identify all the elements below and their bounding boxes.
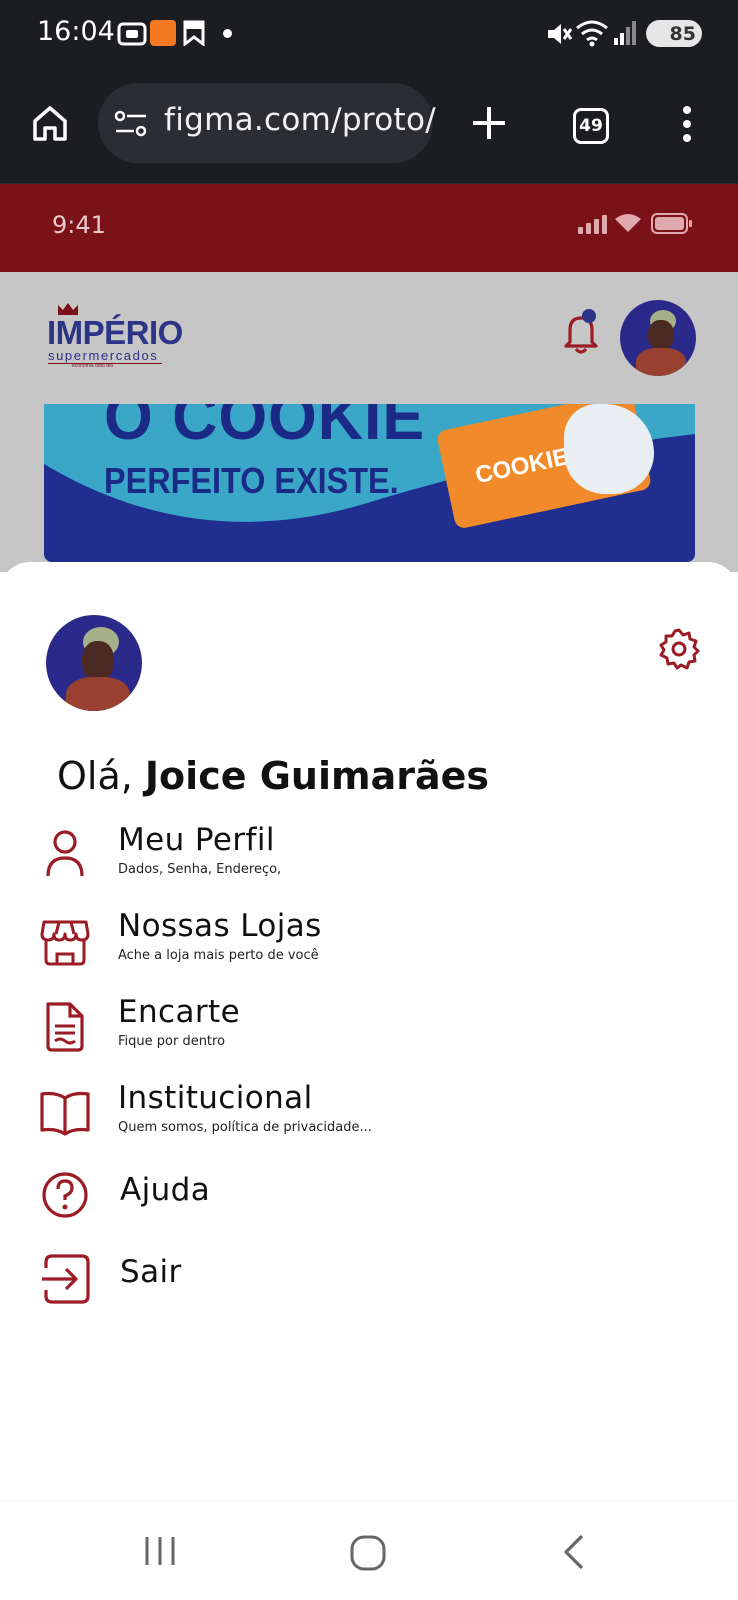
prototype-battery-icon [651,213,692,234]
menu-item-flyer[interactable]: Encarte Fique por dentro [0,994,738,1064]
banner-subheadline: PERFEITO EXISTE. [104,460,399,501]
temu-app-icon [150,20,176,46]
notification-app-icon [183,20,205,46]
menu-title: Encarte [118,994,241,1030]
settings-gear-icon[interactable] [657,627,701,671]
home-icon[interactable] [31,104,69,142]
store-icon [40,920,90,966]
prototype-signal-icon [578,215,607,234]
book-icon [40,1091,90,1136]
system-navigation-bar [0,1500,738,1600]
menu-title: Sair [120,1254,182,1290]
logout-icon [42,1254,90,1304]
help-icon [42,1172,88,1218]
more-notifications-dot [223,29,232,38]
menu-title: Nossas Lojas [118,908,322,944]
url-text: figma.com/proto/ [164,102,436,138]
screenshot-icon [117,22,147,46]
document-icon [46,1002,84,1052]
recent-apps-icon[interactable] [143,1535,177,1567]
profile-menu-sheet: Olá, Joice Guimarães Meu Perfil Dados, S… [0,562,738,1500]
promo-banner[interactable]: O COOKIE PERFEITO EXISTE. COOKIES [44,404,695,562]
prototype-status-bar: 9:41 [0,184,738,272]
menu-title: Meu Perfil [118,822,275,858]
prototype-clock: 9:41 [52,211,106,239]
menu-item-profile[interactable]: Meu Perfil Dados, Senha, Endereço, [0,822,738,892]
brand-subtitle: supermercados [48,348,159,363]
menu-title: Ajuda [120,1172,211,1208]
mute-icon [548,24,573,44]
tab-count: 49 [579,116,603,136]
menu-item-stores[interactable]: Nossas Lojas Ache a loja mais perto de v… [0,908,738,978]
wifi-icon [576,20,608,47]
header-avatar[interactable] [620,300,696,376]
menu-title: Institucional [118,1080,313,1116]
menu-item-institutional[interactable]: Institucional Quem somos, política de pr… [0,1080,738,1150]
new-tab-icon[interactable] [471,105,507,141]
address-bar[interactable]: figma.com/proto/ [98,83,436,163]
prototype-wifi-icon [615,214,641,232]
signal-icon [614,21,636,45]
user-name: Joice Guimarães [144,754,489,798]
menu-subtitle: Ache a loja mais perto de você [118,948,319,963]
menu-item-logout[interactable]: Sair [0,1248,738,1318]
menu-subtitle: Fique por dentro [118,1034,226,1049]
home-nav-icon[interactable] [350,1535,386,1571]
tab-switcher-button[interactable]: 49 [573,108,609,144]
system-status-bar: 16:04 85 [0,0,738,68]
notification-bell-icon[interactable] [556,308,606,358]
greeting-prefix: Olá, [57,754,145,798]
system-clock: 16:04 [37,16,115,47]
menu-subtitle: Dados, Senha, Endereço, [118,862,282,877]
battery-indicator: 85 [646,20,702,47]
user-icon [46,830,84,877]
more-options-icon[interactable] [680,104,694,144]
brand-tagline: economia todo dia [72,363,113,369]
battery-level: 85 [669,22,696,45]
profile-avatar[interactable] [46,615,142,711]
greeting: Olá, Joice Guimarães [57,754,489,798]
browser-toolbar: figma.com/proto/ 49 [0,68,738,185]
back-icon[interactable] [562,1534,586,1570]
banner-headline: O COOKIE [104,404,426,453]
brand-logo[interactable]: IMPÉRIO [47,314,183,352]
menu-subtitle: Quem somos, política de privacidade... [118,1120,372,1135]
menu-item-help[interactable]: Ajuda [0,1166,738,1236]
site-settings-icon[interactable] [114,109,148,139]
